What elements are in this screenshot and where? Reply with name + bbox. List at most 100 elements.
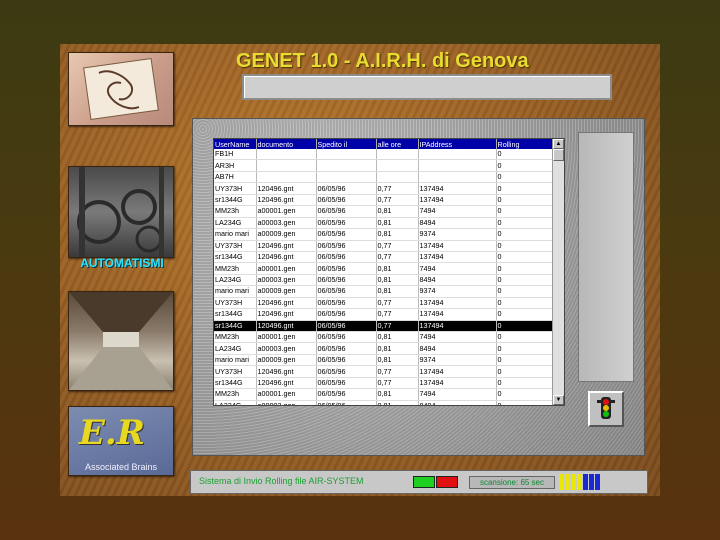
column-header-username[interactable]: UserName	[214, 139, 257, 149]
associated-brains-logo[interactable]: E.R Associated Brains	[68, 406, 174, 476]
table-cell: 120496.gnt	[256, 320, 317, 333]
table-cell: 137494	[418, 182, 497, 195]
activity-bar	[595, 474, 600, 490]
table-cell: 0	[496, 400, 553, 405]
table-row[interactable]: UY373H 120496.gnt 06/05/96 0,77 137494 0	[214, 365, 553, 378]
table-cell: 120496.gnt	[256, 251, 317, 264]
table-cell: 0,81	[376, 262, 419, 275]
table-cell: 0,81	[376, 217, 419, 230]
table-cell	[256, 149, 317, 161]
table-cell: sr1344G	[214, 251, 257, 264]
table-row[interactable]: sr1344G 120496.gnt 06/05/96 0,77 137494 0	[214, 377, 553, 390]
table-cell: 137494	[418, 377, 497, 390]
table-row[interactable]: mario mari a00009.gen 06/05/96 0,81 9374 0	[214, 285, 553, 298]
table-cell: 7494	[418, 262, 497, 275]
table-cell: 0	[496, 331, 553, 344]
activity-bar	[571, 474, 576, 490]
table-cell: 137494	[418, 194, 497, 207]
table-cell: 06/05/96	[316, 182, 377, 195]
table-cell: UY373H	[214, 365, 257, 378]
table-cell: 0	[496, 342, 553, 355]
table-row[interactable]: LA234G a00003.gen 06/05/96 0,81 8494 0	[214, 400, 553, 405]
table-cell: 06/05/96	[316, 365, 377, 378]
logo-caption: Associated Brains	[84, 462, 158, 472]
table-row[interactable]: FB1H 0	[214, 149, 553, 161]
scroll-down-icon[interactable]: ▼	[553, 395, 564, 405]
table-header-row: UserName documento Spedito il alle ore I…	[214, 139, 553, 149]
table-row[interactable]: sr1344G 120496.gnt 06/05/96 0,77 137494 0	[214, 308, 553, 321]
column-header-rolling[interactable]: Rolling	[496, 139, 553, 149]
table-cell	[316, 149, 377, 161]
table-cell: 0,77	[376, 377, 419, 390]
table-cell: 0	[496, 308, 553, 321]
table-cell: 9374	[418, 285, 497, 298]
table-row[interactable]: LA234G a00003.gen 06/05/96 0,81 8494 0	[214, 217, 553, 230]
table-cell: 0,81	[376, 354, 419, 367]
column-header-ipaddress[interactable]: IPAddress	[418, 139, 497, 149]
rolling-table[interactable]: UserName documento Spedito il alle ore I…	[213, 138, 565, 406]
table-row[interactable]: LA234G a00003.gen 06/05/96 0,81 8494 0	[214, 274, 553, 287]
table-cell: LA234G	[214, 217, 257, 230]
activity-bars	[559, 474, 600, 490]
table-cell: 0,81	[376, 400, 419, 405]
table-cell: a00009.gen	[256, 354, 317, 367]
column-header-spedito[interactable]: Spedito il	[316, 139, 377, 149]
table-cell	[418, 171, 497, 184]
title-bar-panel	[242, 74, 612, 100]
table-row[interactable]: AR3H 0	[214, 159, 553, 172]
table-cell: 7494	[418, 331, 497, 344]
activity-bar	[577, 474, 582, 490]
table-row[interactable]: sr1344G 120496.gnt 06/05/96 0,77 137494 0	[214, 194, 553, 207]
scroll-up-icon[interactable]: ▲	[553, 139, 564, 149]
table-row[interactable]: AB7H 0	[214, 171, 553, 184]
table-row[interactable]: UY373H 120496.gnt 06/05/96 0,77 137494 0	[214, 182, 553, 195]
table-cell: AB7H	[214, 171, 257, 184]
table-row[interactable]: UY373H 120496.gnt 06/05/96 0,77 137494 0	[214, 297, 553, 310]
table-cell: 0,77	[376, 365, 419, 378]
table-cell: 06/05/96	[316, 308, 377, 321]
table-cell: 06/05/96	[316, 388, 377, 401]
table-cell: 137494	[418, 240, 497, 252]
table-row[interactable]: MM23h a00001.gen 06/05/96 0,81 7494 0	[214, 205, 553, 218]
table-cell: a00001.gen	[256, 331, 317, 344]
table-cell: 137494	[418, 308, 497, 321]
table-cell: a00003.gen	[256, 342, 317, 355]
vertical-scrollbar[interactable]: ▲ ▼	[552, 139, 564, 405]
table-cell: 0,81	[376, 274, 419, 287]
table-row[interactable]: mario mari a00009.gen 06/05/96 0,81 9374 0	[214, 228, 553, 241]
scroll-thumb[interactable]	[553, 149, 564, 161]
column-header-ore[interactable]: alle ore	[376, 139, 419, 149]
table-row[interactable]: MM23h a00001.gen 06/05/96 0,81 7494 0	[214, 388, 553, 401]
logo-mark: E.R	[79, 413, 146, 453]
table-cell: 06/05/96	[316, 251, 377, 264]
table-row[interactable]: UY373H 120496.gnt 06/05/96 0,77 137494 0	[214, 240, 553, 252]
table-cell: 7494	[418, 205, 497, 218]
corridor-icon	[69, 292, 173, 390]
table-cell: 0	[496, 320, 553, 333]
main-window: AUTOMATISMI E.R Associated Brains GENET …	[60, 44, 660, 496]
table-row[interactable]: mario mari a00009.gen 06/05/96 0,81 9374 0	[214, 354, 553, 367]
corridor-image[interactable]	[68, 291, 174, 391]
column-header-documento[interactable]: documento	[256, 139, 317, 149]
table-row[interactable]: MM23h a00001.gen 06/05/96 0,81 7494 0	[214, 262, 553, 275]
table-row[interactable]: sr1344G 120496.gnt 06/05/96 0,77 137494 0	[214, 251, 553, 264]
table-cell: 120496.gnt	[256, 365, 317, 378]
table-cell: 0,81	[376, 228, 419, 241]
table-cell: 06/05/96	[316, 274, 377, 287]
table-row[interactable]: sr1344G 120496.gnt 06/05/96 0,77 137494 0	[214, 320, 553, 333]
table-row[interactable]: LA234G a00003.gen 06/05/96 0,81 8494 0	[214, 342, 553, 355]
table-cell: LA234G	[214, 400, 257, 405]
traffic-light-button[interactable]	[588, 391, 624, 427]
drawing-hands-image[interactable]	[68, 52, 174, 126]
table-cell: 120496.gnt	[256, 240, 317, 252]
table-cell: 06/05/96	[316, 228, 377, 241]
table-cell: MM23h	[214, 388, 257, 401]
table-row[interactable]: MM23h a00001.gen 06/05/96 0,81 7494 0	[214, 331, 553, 344]
section-label[interactable]: AUTOMATISMI	[66, 256, 178, 270]
table-cell: 0,81	[376, 342, 419, 355]
table-cell: a00009.gen	[256, 285, 317, 298]
table-cell: 0	[496, 251, 553, 264]
table-cell: a00001.gen	[256, 388, 317, 401]
table-cell: 06/05/96	[316, 240, 377, 252]
clockwork-image[interactable]	[68, 166, 174, 258]
